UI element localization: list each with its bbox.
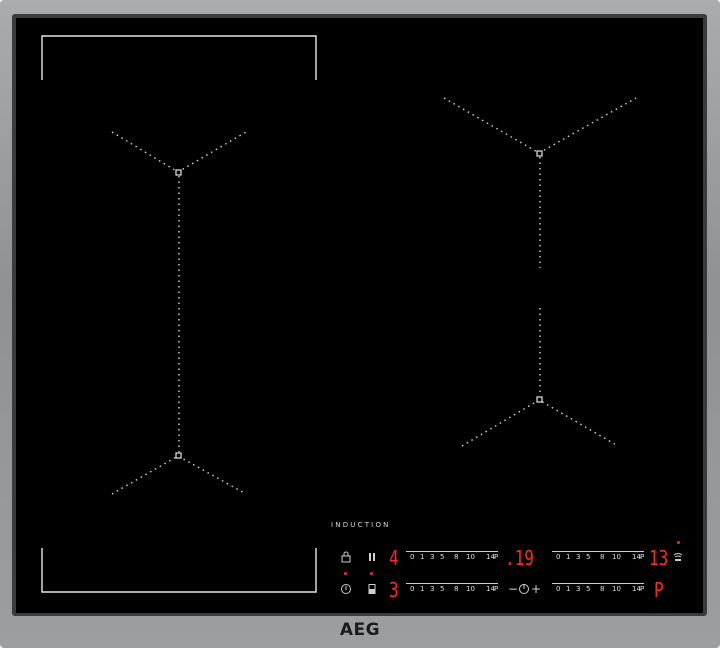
power-indicator-led [344,572,347,575]
scale-label: 0 [410,553,415,561]
scale-label: 1 [420,585,425,593]
scale-label: 0 [556,553,561,561]
bridge-icon[interactable] [366,583,378,595]
scale-label: 3 [430,553,435,561]
scale-label: 3 [430,585,435,593]
pause-icon[interactable] [366,551,378,563]
power-icon[interactable] [340,583,352,595]
left-bottom-zone-power-display: 3 [389,578,399,602]
scale-label: 8 [454,553,459,561]
scale-label: 5 [440,585,445,593]
scale-label: 1 [566,585,571,593]
right-bottom-zone-node [536,396,543,403]
hob2hood-icon[interactable] [672,551,684,563]
timer-plus-button[interactable]: + [531,583,541,595]
scale-label: 10 [612,585,621,593]
scale-label: P [494,585,499,593]
scale-label: 0 [410,585,415,593]
scale-label: 5 [586,585,591,593]
scale-label: 5 [440,553,445,561]
left-zone-top-node [175,169,182,176]
induction-label: INDUCTION [331,521,391,529]
scale-label: 1 [566,553,571,561]
scale-label: 0 [556,585,561,593]
right-bottom-zone-slider[interactable]: 0 1 3 5 8 10 14 P [552,583,644,597]
right-bottom-zone-power-display: P [654,578,664,602]
left-zone-upper-v [111,131,247,173]
left-zone-bracket-bottom [41,548,317,593]
scale-label: 10 [466,585,475,593]
scale-label: 8 [600,585,605,593]
indicator-led [677,541,680,544]
brand-logo: AEG [339,620,381,640]
scale-label: 8 [600,553,605,561]
scale-label: 3 [576,585,581,593]
slider-line [552,551,644,552]
timer-icon[interactable] [518,583,530,595]
right-bottom-zone-v [461,399,619,447]
scale-label: 10 [612,553,621,561]
slider-line [406,583,498,584]
left-zone-power-display: 4 [389,546,399,570]
slider-line [552,583,644,584]
timer-minus-button[interactable]: − [508,583,518,595]
left-zone-slider[interactable]: 0 1 3 5 8 10 14 P [406,551,498,565]
scale-label: P [640,585,645,593]
right-top-zone-node [536,150,543,157]
scale-label: 1 [420,553,425,561]
bridge-indicator-led [370,572,373,575]
scale-label: 5 [586,553,591,561]
scale-label: 3 [576,553,581,561]
right-top-zone-slider[interactable]: 0 1 3 5 8 10 14 P [552,551,644,565]
scale-label: 10 [466,553,475,561]
left-zone-bottom-node [175,452,182,459]
scale-label: P [640,553,645,561]
slider-line [406,551,498,552]
scale-label: P [494,553,499,561]
lock-icon[interactable] [340,551,352,563]
right-top-zone-v [443,97,637,154]
left-zone-lower-v [111,455,247,495]
left-bottom-zone-slider[interactable]: 0 1 3 5 8 10 14 P [406,583,498,597]
right-top-zone-power-display: 13 [649,546,669,570]
timer-display: .19 [505,546,534,570]
scale-label: 8 [454,585,459,593]
left-zone-bracket-top [41,35,317,80]
